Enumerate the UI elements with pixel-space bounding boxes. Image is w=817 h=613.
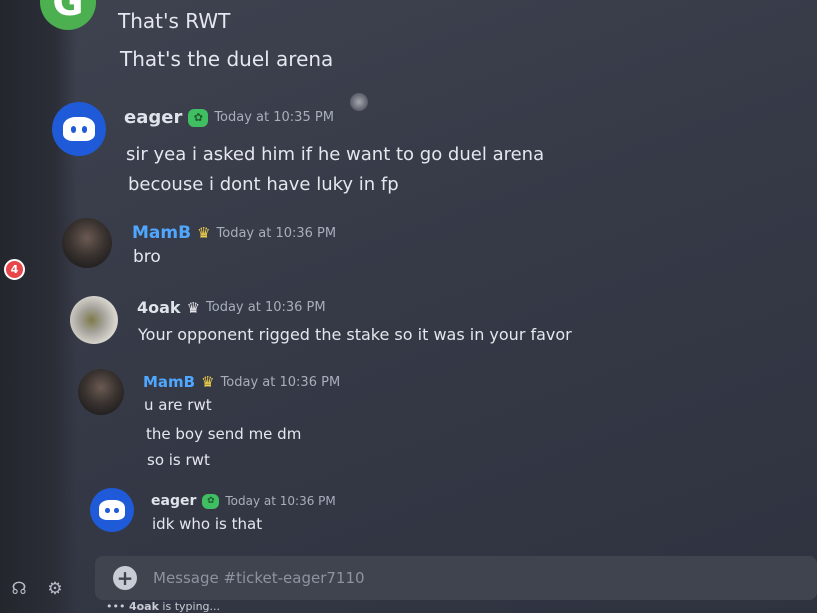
- message-text: bro: [133, 247, 161, 267]
- message-text: idk who is that: [152, 515, 263, 533]
- message-composer: +: [95, 556, 817, 600]
- avatar[interactable]: [78, 369, 124, 415]
- message-input[interactable]: [153, 564, 653, 592]
- green-badge-icon: ✿: [188, 108, 209, 127]
- plus-icon[interactable]: +: [113, 566, 137, 590]
- message-header: 4oak ♛ Today at 10:36 PM: [137, 298, 326, 317]
- avatar[interactable]: [62, 218, 112, 268]
- username[interactable]: eager: [124, 107, 182, 128]
- message-text: That's the duel arena: [120, 47, 334, 71]
- username[interactable]: eager: [151, 493, 196, 509]
- message-text: sir yea i asked him if he want to go due…: [126, 144, 545, 165]
- timestamp: Today at 10:35 PM: [214, 110, 334, 125]
- timestamp: Today at 10:36 PM: [225, 494, 336, 508]
- message-text: the boy send me dm: [146, 425, 302, 443]
- green-badge-icon: ✿: [202, 493, 220, 509]
- crown-icon: ♛: [186, 298, 201, 317]
- avatar[interactable]: [70, 296, 118, 344]
- server-sidebar: [0, 0, 78, 613]
- message-header: MamB ♛ Today at 10:36 PM: [132, 223, 336, 243]
- typing-dots-icon: •••: [106, 600, 129, 613]
- sidebar-bottom-icons: ☊ ⚙: [8, 578, 66, 600]
- message-header: eager ✿ Today at 10:35 PM: [124, 107, 334, 128]
- crown-icon: ♛: [201, 373, 215, 391]
- typing-suffix: is typing...: [158, 600, 221, 613]
- timestamp: Today at 10:36 PM: [206, 300, 326, 315]
- avatar[interactable]: [90, 488, 134, 532]
- timestamp: Today at 10:36 PM: [216, 225, 337, 241]
- typing-user: 4oak: [128, 600, 159, 613]
- message-text: Your opponent rigged the stake so it was…: [138, 325, 572, 344]
- message-header: eager ✿ Today at 10:36 PM: [151, 493, 336, 509]
- crown-icon: ♛: [197, 224, 211, 242]
- timestamp: Today at 10:36 PM: [220, 374, 341, 390]
- headset-icon[interactable]: ☊: [8, 578, 30, 600]
- message-header: MamB ♛ Today at 10:36 PM: [143, 373, 340, 391]
- message-text: u are rwt: [144, 396, 212, 414]
- username[interactable]: MamB: [143, 373, 195, 391]
- gear-icon[interactable]: ⚙: [44, 578, 66, 600]
- username[interactable]: 4oak: [137, 298, 181, 317]
- message-text: so is rwt: [147, 451, 210, 469]
- message-text: That's RWT: [118, 9, 231, 33]
- typing-indicator: ••• 4oak is typing...: [106, 600, 220, 613]
- avatar[interactable]: [52, 102, 106, 156]
- username[interactable]: MamB: [132, 223, 191, 243]
- message-text: becouse i dont have luky in fp: [128, 174, 399, 195]
- screen-glare: [350, 93, 368, 111]
- unread-badge[interactable]: 4: [4, 259, 25, 280]
